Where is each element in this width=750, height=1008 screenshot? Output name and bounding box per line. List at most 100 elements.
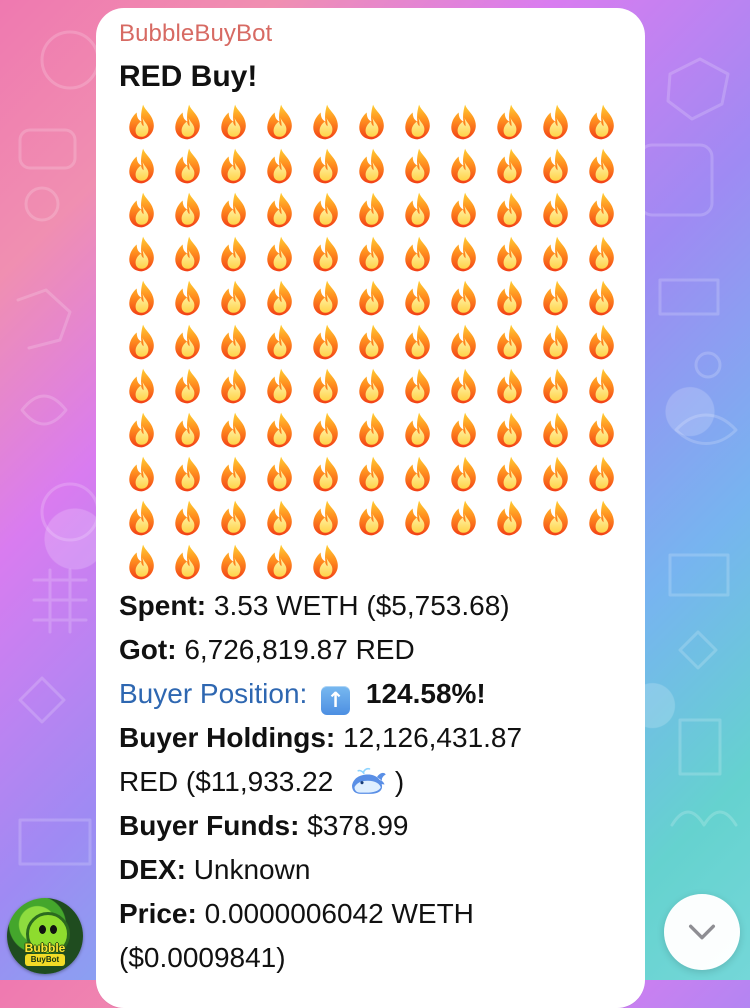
buyer-holdings-close-paren: ): [394, 766, 405, 797]
scroll-to-bottom-button[interactable]: [664, 894, 740, 970]
fire-icon: [304, 100, 348, 144]
fire-icon: [534, 408, 578, 452]
price-value-line-1: 0.0000006042 WETH: [204, 898, 474, 929]
fire-icon: [212, 100, 256, 144]
fire-icon: [350, 144, 394, 188]
fire-icon: [350, 100, 394, 144]
fire-icon: [350, 188, 394, 232]
fire-icon: [442, 364, 486, 408]
buyer-holdings-line-2: RED ($11,933.22 ): [119, 760, 629, 804]
fire-icon: [396, 232, 440, 276]
avatar-subtext: BuyBot: [25, 954, 65, 966]
fire-icon: [258, 276, 302, 320]
fire-icon: [166, 408, 210, 452]
fire-icon: [120, 276, 164, 320]
fire-icon: [212, 496, 256, 540]
fire-icon: [350, 452, 394, 496]
buyer-position-link[interactable]: Buyer Position:: [119, 678, 307, 709]
buyer-position-line: Buyer Position: ↑ 124.58%!: [119, 672, 629, 716]
fire-icon: [442, 144, 486, 188]
fire-icon: [580, 364, 624, 408]
fire-icon: [488, 276, 532, 320]
fire-icon: [212, 408, 256, 452]
avatar-eye-left-icon: [39, 925, 46, 934]
fire-icon: [304, 364, 348, 408]
fire-icon: [534, 364, 578, 408]
fire-icon: [258, 496, 302, 540]
fire-icon: [258, 364, 302, 408]
fire-icon: [120, 364, 164, 408]
avatar[interactable]: Bubble BuyBot: [7, 898, 83, 974]
message-headline: RED Buy!: [119, 60, 258, 93]
fire-icon: [580, 188, 624, 232]
fire-icon: [258, 232, 302, 276]
chevron-down-icon: [685, 915, 719, 949]
fire-icon: [442, 100, 486, 144]
fire-icon: [442, 232, 486, 276]
fire-icon: [166, 540, 210, 584]
fire-icon: [580, 496, 624, 540]
fire-icon: [396, 408, 440, 452]
fire-row: [120, 276, 625, 320]
fire-icon: [396, 320, 440, 364]
fire-icon: [442, 188, 486, 232]
fire-icon: [212, 452, 256, 496]
buyer-holdings-value-line-1: 12,126,431.87: [343, 722, 523, 753]
fire-icon: [120, 540, 164, 584]
buyer-holdings-value-line-2: RED ($11,933.22: [119, 766, 334, 797]
fire-icon: [534, 452, 578, 496]
fire-emoji-grid: [120, 100, 625, 584]
fire-icon: [304, 540, 348, 584]
buyer-funds-line: Buyer Funds: $378.99: [119, 804, 629, 848]
fire-icon: [396, 364, 440, 408]
dex-label: DEX:: [119, 854, 186, 885]
fire-icon: [212, 276, 256, 320]
fire-row: [120, 452, 625, 496]
fire-icon: [258, 408, 302, 452]
fire-icon: [120, 232, 164, 276]
fire-icon: [488, 452, 532, 496]
buyer-holdings-label: Buyer Holdings:: [119, 722, 336, 753]
fire-icon: [580, 232, 624, 276]
fire-icon: [396, 496, 440, 540]
fire-row: [120, 100, 625, 144]
fire-icon: [350, 276, 394, 320]
fire-icon: [442, 452, 486, 496]
spent-value: 3.53 WETH ($5,753.68): [213, 590, 510, 621]
fire-icon: [304, 320, 348, 364]
fire-icon: [166, 144, 210, 188]
fire-icon: [534, 276, 578, 320]
avatar-eye-right-icon: [50, 925, 57, 934]
fire-icon: [580, 144, 624, 188]
fire-icon: [212, 144, 256, 188]
whale-icon: [347, 767, 387, 797]
fire-icon: [534, 100, 578, 144]
dex-line: DEX: Unknown: [119, 848, 629, 892]
chat-message-bubble: BubbleBuyBot RED Buy! Spent: 3.53 WETH (…: [96, 8, 645, 1008]
dex-value: Unknown: [193, 854, 311, 885]
fire-icon: [304, 276, 348, 320]
fire-icon: [212, 232, 256, 276]
fire-icon: [396, 276, 440, 320]
fire-icon: [166, 276, 210, 320]
fire-icon: [488, 496, 532, 540]
fire-icon: [534, 144, 578, 188]
fire-icon: [120, 452, 164, 496]
fire-icon: [212, 364, 256, 408]
fire-icon: [212, 188, 256, 232]
fire-icon: [350, 320, 394, 364]
fire-row: [120, 144, 625, 188]
price-value-line-2: ($0.0009841): [119, 942, 286, 973]
fire-icon: [396, 188, 440, 232]
fire-row: [120, 540, 625, 584]
message-sender[interactable]: BubbleBuyBot: [119, 20, 272, 48]
fire-icon: [304, 408, 348, 452]
fire-row: [120, 496, 625, 540]
fire-icon: [396, 452, 440, 496]
fire-icon: [120, 100, 164, 144]
fire-icon: [258, 452, 302, 496]
fire-icon: [120, 320, 164, 364]
fire-icon: [166, 364, 210, 408]
fire-icon: [212, 540, 256, 584]
fire-icon: [304, 188, 348, 232]
